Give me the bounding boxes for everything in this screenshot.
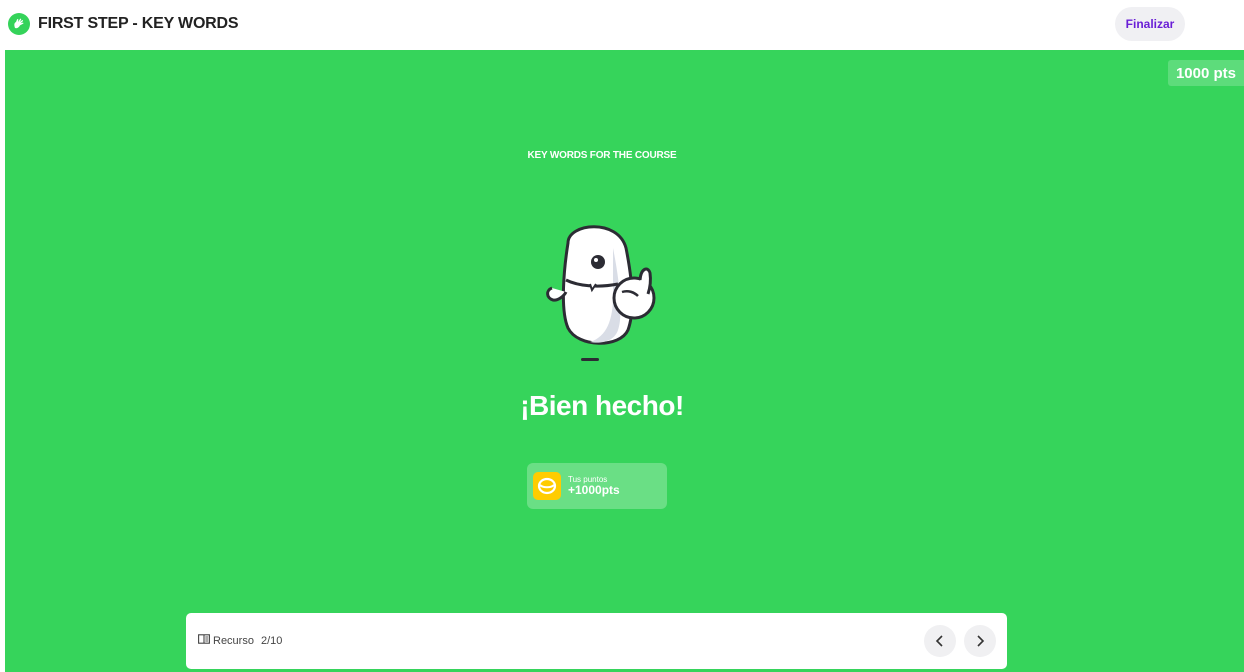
course-title: FIRST STEP - KEY WORDS — [38, 15, 239, 32]
mascot-thumbs-up-illustration — [546, 225, 656, 361]
earned-points-value: +1000pts — [568, 483, 620, 497]
hand-logo-icon — [8, 13, 30, 35]
resource-counter: Recurso 2/10 — [198, 634, 282, 647]
previous-resource-button[interactable] — [924, 625, 956, 657]
finish-button[interactable]: Finalizar — [1115, 7, 1185, 41]
brand: FIRST STEP - KEY WORDS — [8, 12, 239, 36]
chevron-left-icon — [935, 635, 943, 647]
top-bar: FIRST STEP - KEY WORDS Finalizar — [0, 0, 1244, 50]
success-headline: ¡Bien hecho! — [520, 390, 684, 421]
earned-points-text: Tus puntos +1000pts — [568, 475, 620, 497]
resource-counter-label: Recurso — [213, 634, 254, 647]
book-icon — [198, 634, 210, 647]
total-points-badge: 1000 pts — [1168, 60, 1244, 86]
resource-navigation-bar: Recurso 2/10 — [186, 613, 1007, 669]
next-resource-button[interactable] — [964, 625, 996, 657]
coin-icon — [533, 472, 561, 500]
resource-title: KEY WORDS FOR THE COURSE — [527, 150, 677, 161]
resource-counter-position: 2/10 — [260, 634, 283, 647]
chevron-right-icon — [977, 635, 985, 647]
resource-stage: 1000 pts KEY WORDS FOR THE COURSE ¡Bien … — [5, 50, 1244, 672]
earned-points-card: Tus puntos +1000pts — [527, 463, 667, 509]
